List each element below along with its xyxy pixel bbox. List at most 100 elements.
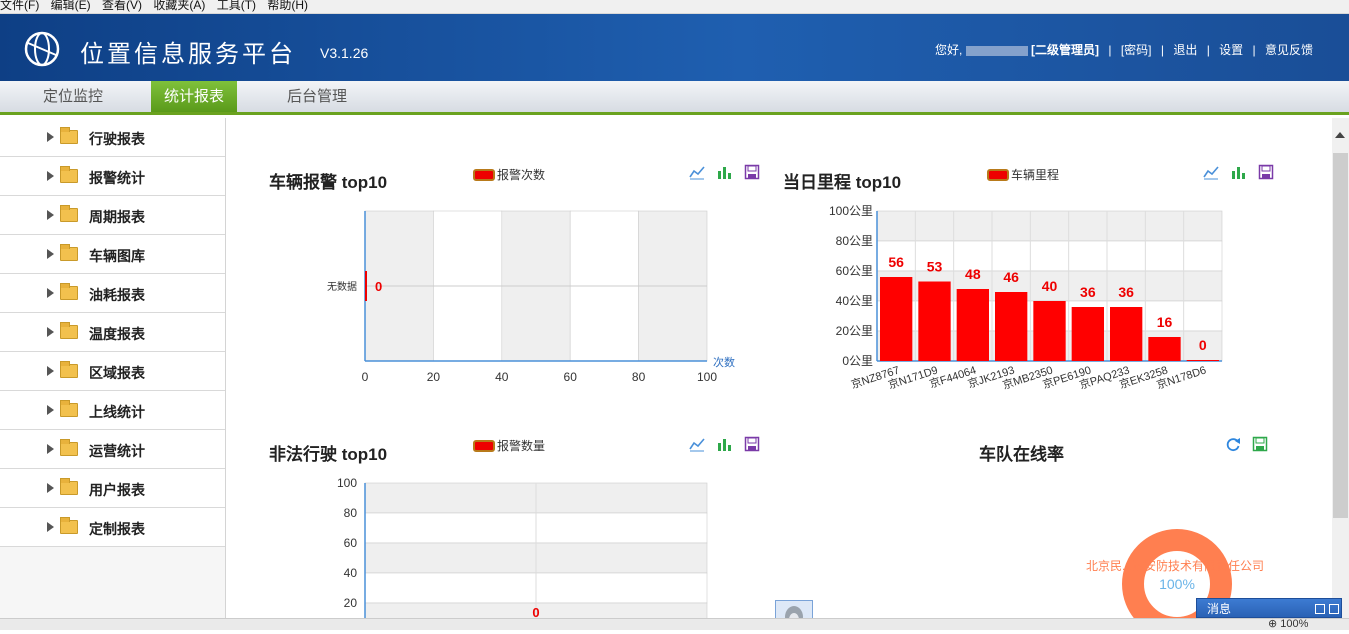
globe-logo-icon (24, 31, 60, 67)
bar (956, 289, 989, 361)
line-chart-icon[interactable] (689, 164, 705, 180)
folder-icon (60, 517, 78, 534)
x-tick-label: 100 (697, 370, 717, 384)
message-window[interactable]: 消息 (1196, 598, 1342, 618)
save-image-icon[interactable] (744, 436, 760, 452)
expand-arrow-icon (47, 483, 54, 493)
y-tick-label: 80 (344, 506, 358, 520)
vertical-scrollbar[interactable] (1332, 118, 1349, 618)
sidebar-item-label: 用户报表 (89, 482, 145, 498)
online-rate-donut: 北京民...达安防技术有限责任公司 100% (1086, 529, 1264, 618)
zoom-icon: ⊕ (1268, 618, 1281, 630)
blurred-username (965, 45, 1028, 56)
y-tick-label: 60 (344, 536, 358, 550)
sidebar: 行驶报表 报警统计 周期报表 车辆图库 油耗报表 温度报表 区域报表 上线统计 … (0, 118, 226, 618)
bar-chart-icon[interactable] (1230, 164, 1246, 180)
browser-menubar: 文件(F) 编辑(E) 查看(V) 收藏夹(A) 工具(T) 帮助(H) (0, 0, 1349, 14)
sidebar-item-user-report[interactable]: 用户报表 (0, 469, 225, 508)
legend-label: 报警次数 (497, 168, 546, 182)
save-image-icon[interactable] (1258, 164, 1274, 180)
slice-name-label: 北京民...达安防技术有限责任公司 (1086, 558, 1264, 573)
menu-edit[interactable]: 编辑(E) (51, 0, 91, 13)
tab-location-monitor[interactable]: 定位监控 (18, 81, 128, 112)
refresh-icon[interactable] (1225, 436, 1241, 452)
message-title: 消息 (1207, 602, 1232, 616)
x-tick-label: 80 (632, 370, 646, 384)
expand-arrow-icon (47, 288, 54, 298)
folder-icon (60, 205, 78, 222)
save-image-icon[interactable] (1252, 436, 1268, 452)
y-tick-label: 80公里 (836, 234, 873, 248)
mileage-toolbox (1195, 164, 1274, 183)
legend-label: 车辆里程 (1011, 168, 1060, 182)
separator: | (1206, 43, 1210, 57)
bar-chart-icon[interactable] (716, 436, 732, 452)
data-label: 36 (1080, 284, 1096, 300)
restore-icon[interactable] (1315, 604, 1325, 614)
folder-icon (60, 400, 78, 417)
tab-statistics-report[interactable]: 统计报表 (151, 81, 237, 112)
menu-favorites[interactable]: 收藏夹(A) (153, 0, 205, 13)
sidebar-item-fuel-report[interactable]: 油耗报表 (0, 274, 225, 313)
sidebar-item-cycle-report[interactable]: 周期报表 (0, 196, 225, 235)
zoom-level[interactable]: ⊕ 100% (1268, 618, 1308, 630)
mileage-legend[interactable]: 车辆里程 (987, 166, 1059, 183)
line-chart-icon[interactable] (689, 436, 705, 452)
menu-tools[interactable]: 工具(T) (217, 0, 256, 13)
logout-link[interactable]: 退出 (1173, 43, 1197, 57)
expand-arrow-icon (47, 132, 54, 142)
scroll-up-arrow-icon[interactable] (1335, 132, 1345, 138)
line-chart-icon[interactable] (1203, 164, 1219, 180)
password-link[interactable]: [密码] (1121, 43, 1152, 57)
y-tick-label: 40 (344, 566, 358, 580)
separator: | (1160, 43, 1164, 57)
sidebar-item-label: 定制报表 (89, 521, 145, 537)
zoom-value: 100% (1280, 618, 1309, 630)
app-header: 位置信息服务平台 V3.1.26 您好, [二级管理员] | [密码] | 退出… (0, 14, 1349, 81)
y-tick-label: 60公里 (836, 264, 873, 278)
sidebar-item-label: 车辆图库 (89, 248, 145, 264)
sidebar-item-driving-report[interactable]: 行驶报表 (0, 118, 225, 157)
menu-file[interactable]: 文件(F) (0, 0, 39, 13)
bar-chart-icon[interactable] (716, 164, 732, 180)
feedback-link[interactable]: 意见反馈 (1265, 43, 1313, 57)
app-version: V3.1.26 (320, 45, 369, 61)
data-label: 40 (1042, 278, 1058, 294)
sidebar-item-temperature-report[interactable]: 温度报表 (0, 313, 225, 352)
sidebar-item-online-stats[interactable]: 上线统计 (0, 391, 225, 430)
sidebar-item-vehicle-gallery[interactable]: 车辆图库 (0, 235, 225, 274)
alarm-legend[interactable]: 报警次数 (473, 166, 545, 183)
data-label: 46 (1003, 269, 1019, 285)
y-tick-label: 0公里 (842, 354, 873, 368)
menu-help[interactable]: 帮助(H) (267, 0, 308, 13)
y-tick-label: 100公里 (829, 204, 873, 218)
bar (995, 292, 1028, 361)
mileage-bar-chart: 0公里20公里40公里60公里80公里100公里56京NZ876753京N171… (829, 204, 1223, 392)
sidebar-item-area-report[interactable]: 区域报表 (0, 352, 225, 391)
bar (1071, 307, 1104, 361)
data-label: 53 (927, 259, 943, 275)
x-tick-label: 60 (564, 370, 578, 384)
maximize-icon[interactable] (1329, 604, 1339, 614)
illegal-legend[interactable]: 报警数量 (473, 437, 545, 454)
alarm-panel-title: 车辆报警 top10 (269, 173, 388, 192)
tab-backend-admin[interactable]: 后台管理 (262, 81, 372, 112)
mileage-panel-title: 当日里程 top10 (783, 173, 902, 192)
bar (365, 271, 367, 301)
settings-link[interactable]: 设置 (1219, 43, 1243, 57)
folder-icon (60, 478, 78, 495)
data-label: 56 (888, 254, 904, 270)
sidebar-item-label: 温度报表 (89, 326, 145, 342)
sidebar-item-operation-stats[interactable]: 运营统计 (0, 430, 225, 469)
separator: | (1108, 43, 1112, 57)
illegal-panel-title: 非法行驶 top10 (269, 445, 388, 464)
save-image-icon[interactable] (744, 164, 760, 180)
menu-view[interactable]: 查看(V) (102, 0, 142, 13)
expand-arrow-icon (47, 444, 54, 454)
scroll-thumb[interactable] (1333, 153, 1348, 518)
user-bar: 您好, [二级管理员] | [密码] | 退出 | 设置 | 意见反馈 (935, 41, 1313, 58)
sidebar-item-alarm-stats[interactable]: 报警统计 (0, 157, 225, 196)
sidebar-item-label: 区域报表 (89, 365, 145, 381)
x-tick-label: 0 (362, 370, 369, 384)
sidebar-item-custom-report[interactable]: 定制报表 (0, 508, 225, 547)
